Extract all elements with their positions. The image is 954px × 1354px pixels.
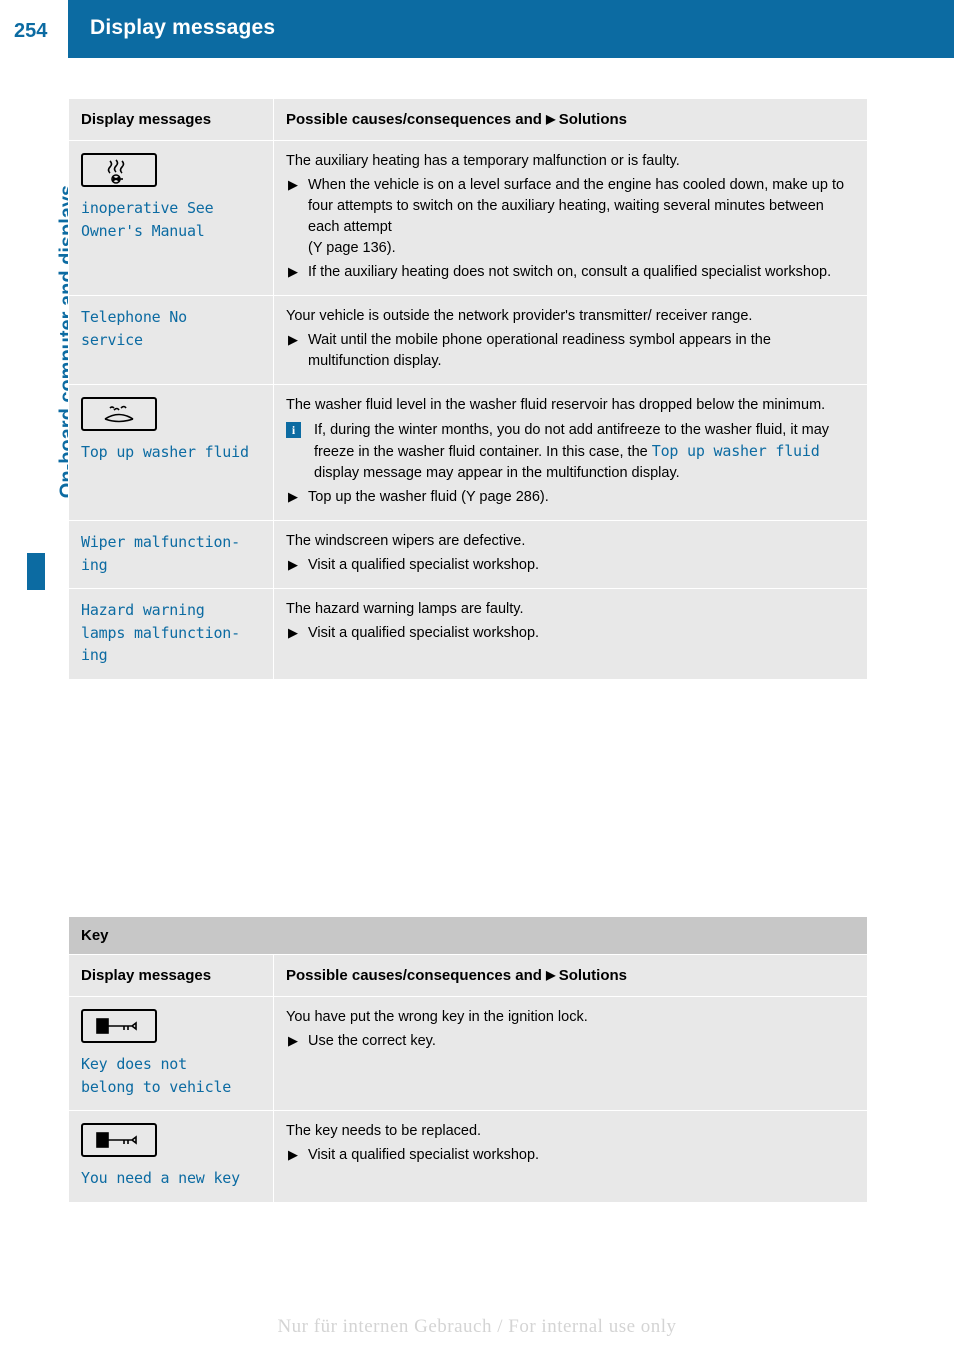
key-icon [81,1009,157,1043]
key-table: Key Display messages Possible causes/con… [68,916,868,1203]
message-cell: Key does not belong to vehicle [68,996,274,1111]
display-message-text: Telephone No service [81,308,187,349]
info-text-after: display message may appear in the multif… [314,465,680,482]
page-title: Display messages [90,16,276,39]
solution-text: When the vehicle is on a level surface a… [308,177,845,257]
display-message-text: Top up washer fluid [81,443,249,462]
solid-arrow-icon: ▶ [546,112,559,126]
cause-text: The key needs to be replaced. [286,1123,482,1139]
arrow-bullet-icon: ▶ [288,1033,298,1049]
solution-bullet: ▶ If the auxiliary heating does not swit… [286,262,855,283]
column-header-display-messages: Display messages [68,98,274,141]
display-message-text: inoperative See Owner's Manual [81,199,214,240]
washer-fluid-icon [81,397,157,432]
table-header-row: Display messages Possible causes/consequ… [68,98,868,141]
document-page: 254 Display messages On-board computer a… [0,0,954,1354]
solution-text: Top up the washer fluid (Y page 286). [308,489,549,506]
solution-text: If the auxiliary heating does not switch… [308,264,832,281]
display-message-text: You need a new key [81,1169,240,1187]
cause-text: The hazard warning lamps are faulty. [286,601,524,618]
cause-text: Your vehicle is outside the network prov… [286,308,753,325]
table-row: Telephone No service Your vehicle is out… [68,295,868,386]
arrow-bullet-icon: ▶ [288,177,298,193]
arrow-bullet-icon: ▶ [288,489,298,505]
message-cell: You need a new key [68,1110,274,1203]
info-icon: i [286,422,301,439]
arrow-bullet-icon: ▶ [288,1147,298,1163]
section-title-key: Key [68,916,868,955]
solution-bullet: ▶ Wait until the mobile phone operationa… [286,330,855,372]
message-cell: Telephone No service [68,295,274,386]
cause-solution-cell: The hazard warning lamps are faulty. ▶ V… [273,588,868,680]
arrow-bullet-icon: ▶ [288,557,298,573]
display-message-text: Key does not belong to vehicle [81,1055,232,1096]
cause-solution-cell: You have put the wrong key in the igniti… [273,996,868,1111]
arrow-bullet-icon: ▶ [288,332,298,348]
cause-text: The washer fluid level in the washer flu… [286,397,826,414]
table-header-row: Display messages Possible causes/consequ… [68,954,868,997]
table-row: inoperative See Owner's Manual The auxil… [68,139,868,297]
column-header-causes-solutions: Possible causes/consequences and ▶ Solut… [273,954,868,997]
table-row: Hazard warning lamps malfunction- ing Th… [68,588,868,680]
solution-text: Visit a qualified specialist workshop. [308,1147,540,1164]
solution-bullet: ▶ When the vehicle is on a level surface… [286,175,855,259]
solution-bullet: ▶ Visit a qualified specialist workshop. [286,555,855,576]
message-cell: Top up washer fluid [68,384,274,522]
key-icon [81,1123,157,1157]
cause-solution-cell: The key needs to be replaced. ▶ Visit a … [273,1110,868,1203]
cause-text: The windscreen wipers are defective. [286,533,526,550]
column-header-display-messages: Display messages [68,954,274,997]
footer-note: Nur für internen Gebrauch / For internal… [277,1316,677,1337]
message-cell: inoperative See Owner's Manual [68,139,274,297]
chapter-tab-marker [27,553,45,590]
message-cell: Hazard warning lamps malfunction- ing [68,588,274,680]
cause-solution-cell: The windscreen wipers are defective. ▶ V… [273,520,868,590]
auxiliary-heating-icon [81,153,157,187]
cause-solution-cell: The washer fluid level in the washer flu… [273,384,868,522]
display-message-text: Hazard warning lamps malfunction- ing [81,601,240,665]
table-row: Key does not belong to vehicle You have … [68,996,868,1111]
column-header-causes-solutions: Possible causes/consequences and ▶ Solut… [273,98,868,141]
solution-bullet: ▶ Visit a qualified specialist workshop. [286,623,855,644]
table-row: Top up washer fluid The washer fluid lev… [68,384,868,522]
solid-arrow-icon: ▶ [546,968,559,982]
solution-bullet: ▶ Top up the washer fluid (Y page 286). [286,487,855,508]
arrow-bullet-icon: ▶ [288,625,298,641]
solution-text: Visit a qualified specialist workshop. [308,557,540,574]
section-title-row: Key [68,916,868,955]
info-note: i If, during the winter months, you do n… [286,420,855,484]
solution-text: Visit a qualified specialist workshop. [308,625,540,642]
display-messages-table: Display messages Possible causes/consequ… [68,98,868,680]
page-number: 254 [14,20,48,42]
cause-text: You have put the wrong key in the igniti… [286,1009,588,1025]
cause-solution-cell: Your vehicle is outside the network prov… [273,295,868,386]
display-message-text: Wiper malfunction- ing [81,533,240,574]
solution-bullet: ▶ Use the correct key. [286,1031,855,1052]
solution-bullet: ▶ Visit a qualified specialist workshop. [286,1145,855,1166]
table-row: Wiper malfunction- ing The windscreen wi… [68,520,868,590]
solution-text: Wait until the mobile phone operational … [308,332,771,370]
table-row: You need a new key The key needs to be r… [68,1110,868,1203]
solution-text: Use the correct key. [308,1033,436,1050]
page-header-bar: Display messages [68,0,954,58]
arrow-bullet-icon: ▶ [288,264,298,280]
cause-solution-cell: The auxiliary heating has a temporary ma… [273,139,868,297]
cause-text: The auxiliary heating has a temporary ma… [286,153,680,169]
info-message-reference: Top up washer fluid [651,442,820,461]
message-cell: Wiper malfunction- ing [68,520,274,590]
